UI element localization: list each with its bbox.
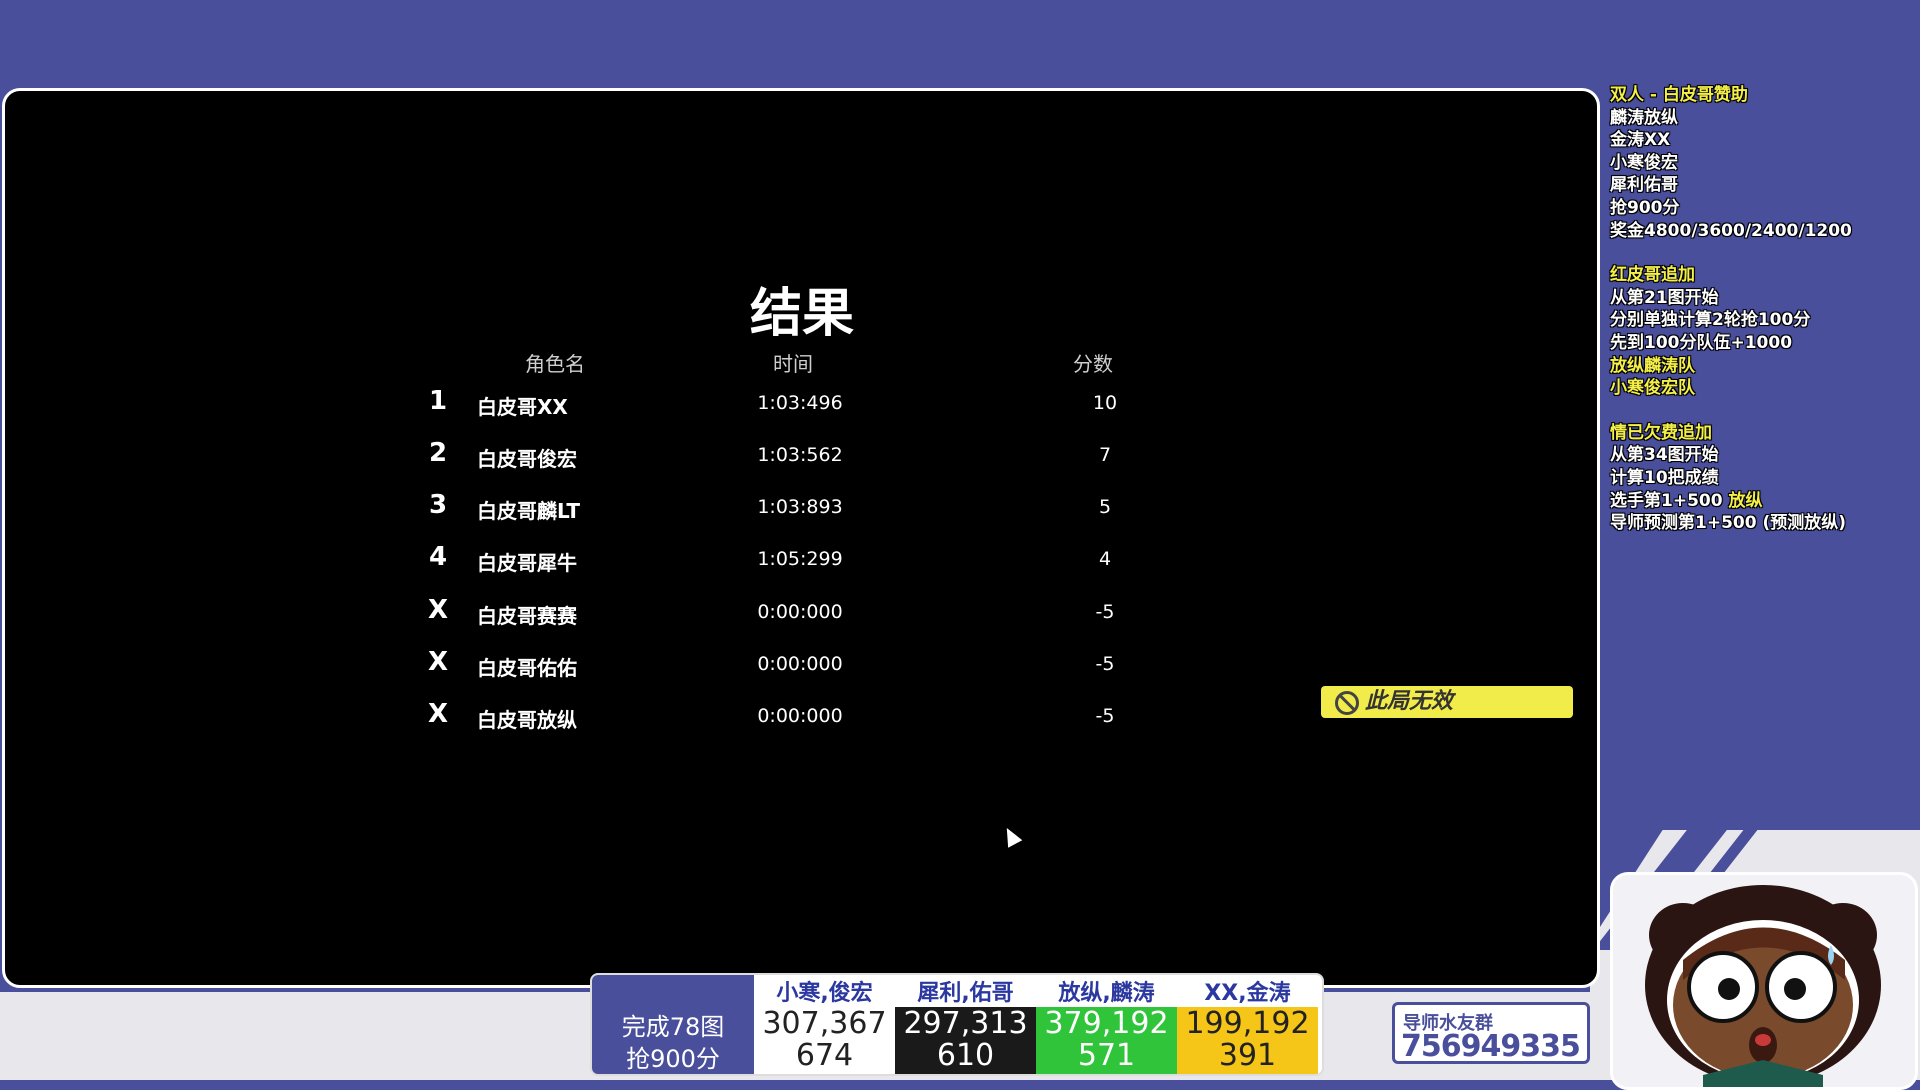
team-1: 小寒,俊宏 307,367 674: [754, 975, 895, 1074]
webcam-frame: [1610, 872, 1918, 1090]
result-row: 1 白皮哥XX 1:03:496 10: [5, 386, 1599, 426]
row-score: 7: [1098, 444, 1112, 466]
team-body: 379,192 571: [1036, 1007, 1177, 1074]
team-name: 放纵,麟涛: [1036, 979, 1177, 1007]
row-rank: 1: [428, 386, 448, 416]
info-line: 先到100分队伍+1000: [1610, 332, 1793, 353]
row-score: -5: [1095, 705, 1115, 727]
row-time: 1:03:496: [757, 392, 843, 414]
row-time: 0:00:000: [757, 705, 843, 727]
scoreboard: 完成78图 抢900分 小寒,俊宏 307,367 674 犀利,佑哥 297,…: [590, 973, 1324, 1076]
row-name: 白皮哥XX: [477, 395, 568, 419]
team-count: 571: [1077, 1038, 1136, 1073]
team-name: 小寒,俊宏: [754, 979, 895, 1007]
row-time: 0:00:000: [757, 653, 843, 675]
team-score: 379,192: [1044, 1006, 1169, 1041]
team-body: 297,313 610: [895, 1007, 1036, 1074]
header-score: 分数: [1073, 352, 1113, 376]
row-time: 0:00:000: [757, 601, 843, 623]
result-row: 3 白皮哥麟LT 1:03:893 5: [5, 490, 1599, 530]
row-score: -5: [1095, 653, 1115, 675]
info-line: 从第34图开始: [1610, 445, 1719, 466]
cursor-icon: [999, 824, 1023, 848]
row-name: 白皮哥赛赛: [477, 604, 577, 628]
pick-highlight: 放纵: [1728, 490, 1763, 511]
row-name: 白皮哥麟LT: [477, 499, 581, 523]
row-score: -5: [1095, 601, 1115, 623]
info-line-team: 小寒俊宏队: [1610, 378, 1695, 399]
row-rank: 3: [428, 490, 448, 520]
info-gap: [1610, 400, 1910, 422]
team-count: 391: [1218, 1038, 1277, 1073]
row-name: 白皮哥佑佑: [477, 656, 577, 680]
row-score: 5: [1098, 496, 1112, 518]
team-count: 610: [936, 1038, 995, 1073]
info-line: 抢900分: [1610, 197, 1680, 218]
row-time: 1:05:299: [757, 548, 843, 570]
team-name: XX,金涛: [1177, 979, 1318, 1007]
info-line: 从第21图开始: [1610, 287, 1719, 308]
info-line: 犀利佑哥: [1610, 175, 1678, 196]
team-2: 犀利,佑哥 297,313 610: [895, 975, 1036, 1074]
row-rank: X: [427, 699, 449, 729]
team-score: 199,192: [1185, 1006, 1310, 1041]
row-time: 1:03:562: [757, 444, 843, 466]
void-label: 此局无效: [1365, 689, 1454, 714]
team-3: 放纵,麟涛 379,192 571: [1036, 975, 1177, 1074]
info-line: 麟涛放纵: [1610, 107, 1678, 128]
row-name: 白皮哥犀牛: [477, 551, 577, 575]
team-body: 307,367 674: [754, 1007, 895, 1074]
info-line-pick: 选手第1+500 放纵: [1610, 490, 1910, 513]
result-row: X 白皮哥赛赛 0:00:000 -5: [5, 595, 1599, 635]
row-rank: X: [427, 595, 449, 625]
team-count: 674: [795, 1038, 854, 1073]
row-name: 白皮哥俊宏: [477, 447, 577, 471]
info-line: 小寒俊宏: [1610, 152, 1678, 173]
result-row: 2 白皮哥俊宏 1:03:562 7: [5, 438, 1599, 478]
results-title: 结果: [749, 284, 854, 344]
header-time: 时间: [773, 352, 813, 376]
info-line: 金涛XX: [1610, 130, 1671, 151]
completed-maps: 完成78图: [621, 1013, 725, 1041]
team-name: 犀利,佑哥: [895, 979, 1036, 1007]
target-score: 抢900分: [626, 1045, 720, 1073]
group-number: 756949335: [1401, 1029, 1581, 1064]
info-line-team: 放纵麟涛队: [1610, 355, 1695, 376]
row-time: 1:03:893: [757, 496, 843, 518]
info-line: 计算10把成绩: [1610, 467, 1719, 488]
header-name: 角色名: [525, 352, 585, 376]
scoreboard-label: 完成78图 抢900分: [592, 975, 754, 1074]
ban-icon: [1335, 691, 1359, 715]
row-rank: X: [427, 647, 449, 677]
info-panel: 双人 - 白皮哥赞助 麟涛放纵 金涛XX 小寒俊宏 犀利佑哥 抢900分 奖金4…: [1610, 84, 1910, 535]
team-score: 297,313: [903, 1006, 1028, 1041]
row-score: 4: [1098, 548, 1112, 570]
void-badge: 此局无效: [1321, 686, 1573, 718]
group-box: 导师水友群 756949335: [1392, 1002, 1590, 1064]
info-line-predict: 导师预测第1+500 (预测放纵): [1610, 513, 1847, 534]
result-row: X 白皮哥佑佑 0:00:000 -5: [5, 647, 1599, 687]
row-rank: 4: [428, 542, 448, 572]
row-rank: 2: [428, 438, 448, 468]
info-gap: [1610, 242, 1910, 264]
team-body: 199,192 391: [1177, 1007, 1318, 1074]
pick-prefix: 选手第1+500: [1610, 490, 1729, 511]
info-title-extra: 情已欠费追加: [1610, 422, 1712, 443]
info-line: 分别单独计算2轮抢100分: [1610, 310, 1811, 331]
result-row: 4 白皮哥犀牛 1:05:299 4: [5, 542, 1599, 582]
avatar-icon: [1645, 885, 1881, 1087]
row-score: 10: [1092, 392, 1118, 414]
info-line: 奖金4800/3600/2400/1200: [1610, 220, 1852, 241]
info-title-sponsor: 双人 - 白皮哥赞助: [1610, 85, 1748, 105]
row-name: 白皮哥放纵: [477, 708, 577, 732]
game-window: 结果 角色名 时间 分数 1 白皮哥XX 1:03:496 10 2 白皮哥俊宏…: [2, 88, 1600, 988]
info-title-red: 红皮哥追加: [1610, 265, 1695, 286]
team-score: 307,367: [762, 1006, 887, 1041]
team-4: XX,金涛 199,192 391: [1177, 975, 1318, 1074]
